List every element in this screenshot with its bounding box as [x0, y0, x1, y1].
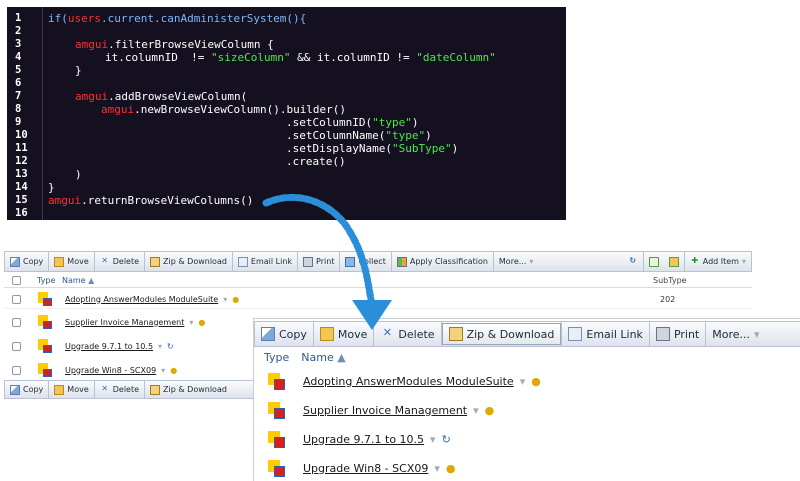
annotation-arrow-icon — [262, 193, 392, 330]
